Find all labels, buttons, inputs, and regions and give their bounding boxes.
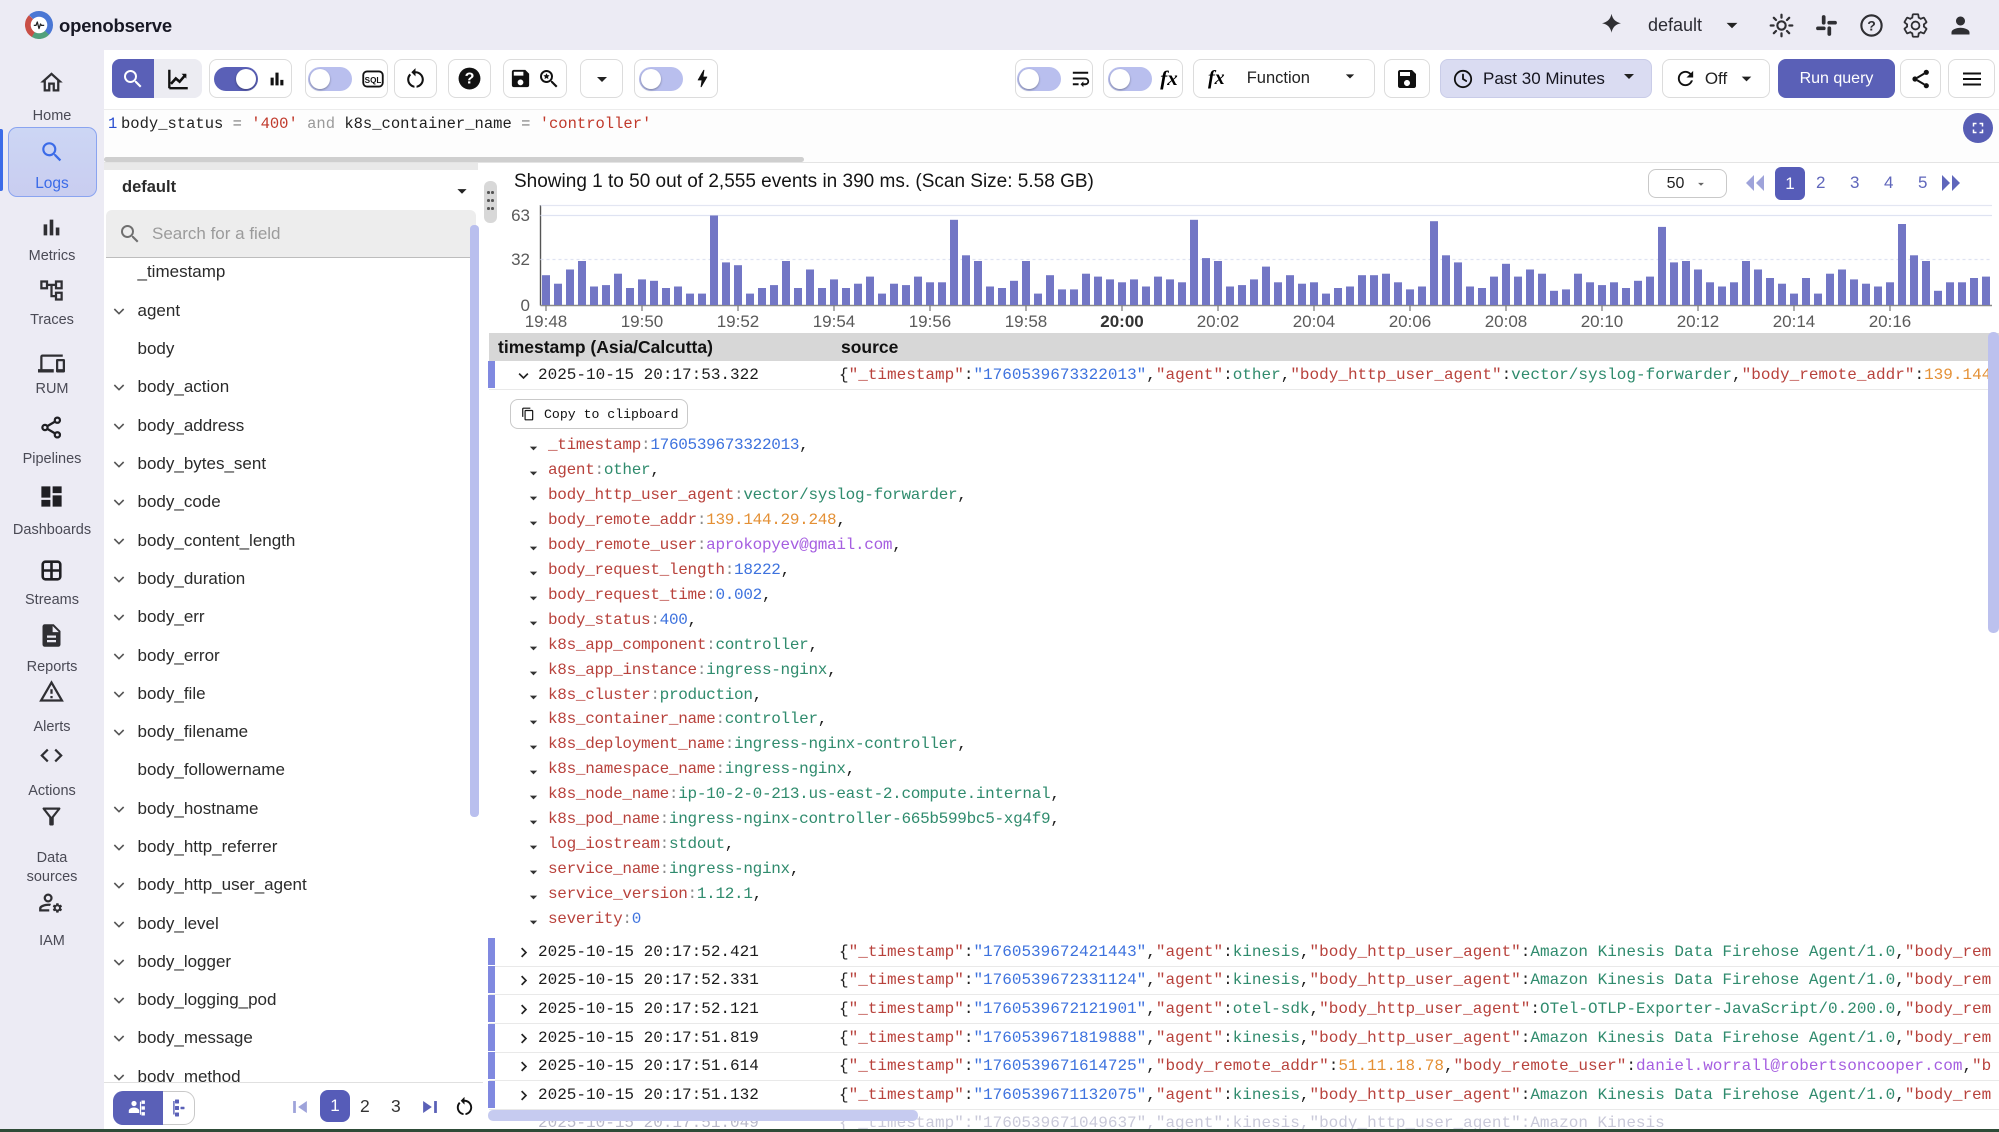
svg-text:19:54: 19:54 bbox=[813, 312, 856, 331]
svg-text:32: 32 bbox=[511, 250, 530, 269]
svg-text:19:56: 19:56 bbox=[909, 312, 952, 331]
svg-text:20:12: 20:12 bbox=[1677, 312, 1720, 331]
svg-text:20:00: 20:00 bbox=[1100, 312, 1143, 331]
svg-text:20:04: 20:04 bbox=[1293, 312, 1336, 331]
svg-text:19:50: 19:50 bbox=[621, 312, 664, 331]
svg-text:20:08: 20:08 bbox=[1485, 312, 1528, 331]
svg-text:19:58: 19:58 bbox=[1005, 312, 1048, 331]
svg-text:20:14: 20:14 bbox=[1773, 312, 1816, 331]
svg-text:20:10: 20:10 bbox=[1581, 312, 1624, 331]
svg-text:20:06: 20:06 bbox=[1389, 312, 1432, 331]
svg-text:20:02: 20:02 bbox=[1197, 312, 1240, 331]
svg-text:19:52: 19:52 bbox=[717, 312, 760, 331]
svg-text:63: 63 bbox=[511, 206, 530, 225]
svg-text:20:16: 20:16 bbox=[1869, 312, 1912, 331]
svg-text:0: 0 bbox=[521, 296, 530, 315]
svg-text:19:48: 19:48 bbox=[525, 312, 568, 331]
